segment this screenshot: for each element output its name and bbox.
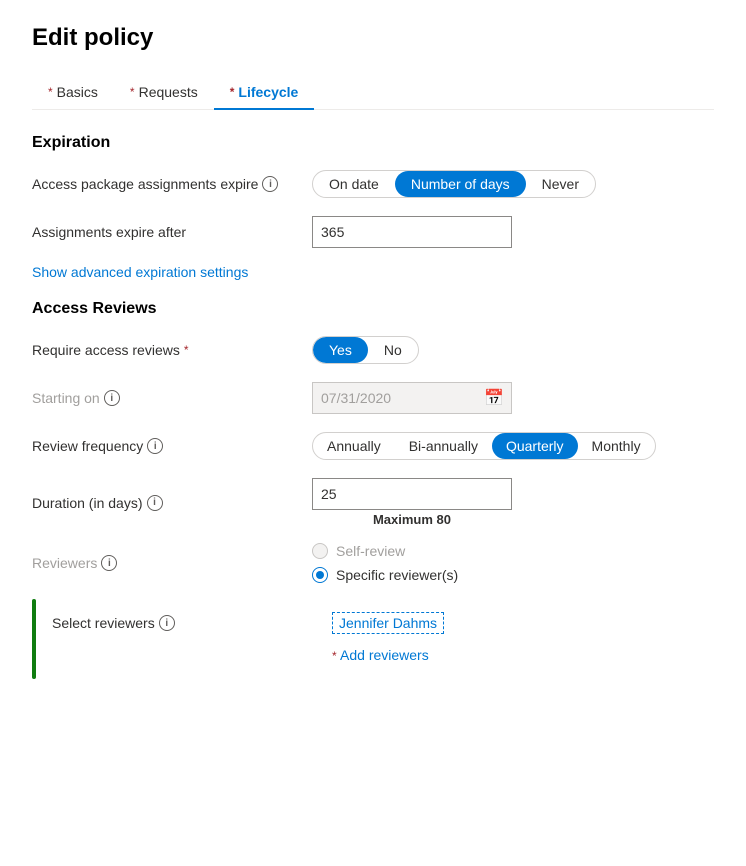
tabs-bar: * Basics * Requests * Lifecycle: [32, 76, 714, 110]
tab-basics-star: *: [48, 85, 53, 99]
tab-requests[interactable]: * Requests: [114, 76, 214, 110]
duration-control: Maximum 80: [312, 478, 714, 527]
date-input-wrap: 📅: [312, 382, 512, 414]
frequency-toggle-group: Annually Bi-annually Quarterly Monthly: [312, 432, 656, 460]
add-reviewers-star: *: [332, 649, 340, 663]
show-advanced-link[interactable]: Show advanced expiration settings: [32, 264, 248, 280]
access-reviews-section-title: Access Reviews: [32, 300, 714, 318]
assignments-expire-after-row: Assignments expire after: [32, 216, 714, 248]
calendar-icon: 📅: [484, 388, 504, 408]
review-frequency-label: Review frequency i: [32, 438, 312, 454]
duration-label: Duration (in days) i: [32, 495, 312, 511]
assignments-expire-after-input[interactable]: [312, 216, 512, 248]
tab-lifecycle[interactable]: * Lifecycle: [214, 76, 315, 110]
green-bar: [32, 599, 36, 679]
starting-on-label: Starting on i: [32, 390, 312, 406]
require-access-reviews-label: Require access reviews *: [32, 342, 312, 358]
require-yes-btn[interactable]: Yes: [313, 337, 368, 363]
add-reviewers-link[interactable]: Add reviewers: [340, 647, 429, 663]
starting-on-control: 📅: [312, 382, 714, 414]
expire-options-group: On date Number of days Never: [312, 170, 714, 198]
assignments-expire-info-icon[interactable]: i: [262, 176, 278, 192]
review-frequency-info-icon[interactable]: i: [147, 438, 163, 454]
reviewer-name[interactable]: Jennifer Dahms: [332, 612, 444, 634]
freq-bi-annually-btn[interactable]: Bi-annually: [395, 433, 492, 459]
select-reviewers-section: Select reviewers i Jennifer Dahms * Add …: [32, 599, 714, 679]
duration-input[interactable]: [312, 478, 512, 510]
expire-on-date-btn[interactable]: On date: [313, 171, 395, 197]
duration-info-icon[interactable]: i: [147, 495, 163, 511]
review-frequency-control: Annually Bi-annually Quarterly Monthly: [312, 432, 714, 460]
starting-on-row: Starting on i 📅: [32, 382, 714, 414]
yes-no-toggle: Yes No: [312, 336, 419, 364]
freq-annually-btn[interactable]: Annually: [313, 433, 395, 459]
expire-never-btn[interactable]: Never: [526, 171, 595, 197]
reviewers-label: Reviewers i: [32, 555, 312, 571]
require-no-btn[interactable]: No: [368, 337, 418, 363]
tab-requests-label: Requests: [139, 84, 198, 100]
require-access-star: *: [184, 343, 189, 357]
select-reviewers-row: Select reviewers i Jennifer Dahms: [52, 607, 714, 639]
reviewers-control: Self-review Specific reviewer(s): [312, 543, 714, 583]
duration-max-note: Maximum 80: [312, 512, 512, 527]
reviewer-content: Select reviewers i Jennifer Dahms * Add …: [52, 599, 714, 679]
require-access-toggle-group: Yes No: [312, 336, 714, 364]
select-reviewers-label: Select reviewers i: [52, 615, 332, 631]
self-review-radio-outer: [312, 543, 328, 559]
reviewers-info-icon[interactable]: i: [101, 555, 117, 571]
tab-lifecycle-label: Lifecycle: [238, 84, 298, 100]
review-frequency-row: Review frequency i Annually Bi-annually …: [32, 430, 714, 462]
specific-reviewer-radio-outer: [312, 567, 328, 583]
assignments-expire-label: Access package assignments expire i: [32, 176, 312, 192]
duration-row: Duration (in days) i Maximum 80: [32, 478, 714, 527]
page-title: Edit policy: [32, 24, 714, 52]
starting-on-input[interactable]: [312, 382, 512, 414]
reviewers-row: Reviewers i Self-review Specific reviewe…: [32, 543, 714, 583]
starting-on-info-icon[interactable]: i: [104, 390, 120, 406]
expiration-section-title: Expiration: [32, 134, 714, 152]
tab-basics-label: Basics: [57, 84, 98, 100]
specific-reviewer-radio-label: Specific reviewer(s): [336, 567, 458, 583]
freq-quarterly-btn[interactable]: Quarterly: [492, 433, 578, 459]
reviewer-radio-group: Self-review Specific reviewer(s): [312, 543, 714, 583]
select-reviewers-control: Jennifer Dahms: [332, 612, 714, 634]
freq-monthly-btn[interactable]: Monthly: [578, 433, 655, 459]
self-review-radio-label: Self-review: [336, 543, 405, 559]
specific-reviewer-radio-inner: [316, 571, 324, 579]
assignments-expire-row: Access package assignments expire i On d…: [32, 168, 714, 200]
tab-requests-star: *: [130, 85, 135, 99]
assignments-expire-after-label: Assignments expire after: [32, 224, 312, 240]
add-reviewers-row: * Add reviewers: [332, 647, 714, 663]
tab-basics[interactable]: * Basics: [32, 76, 114, 110]
specific-reviewer-radio[interactable]: Specific reviewer(s): [312, 567, 714, 583]
expire-toggle-group: On date Number of days Never: [312, 170, 596, 198]
self-review-radio[interactable]: Self-review: [312, 543, 714, 559]
select-reviewers-info-icon[interactable]: i: [159, 615, 175, 631]
assignments-expire-after-control: [312, 216, 714, 248]
expire-number-of-days-btn[interactable]: Number of days: [395, 171, 526, 197]
require-access-reviews-row: Require access reviews * Yes No: [32, 334, 714, 366]
tab-lifecycle-star: *: [230, 85, 235, 99]
